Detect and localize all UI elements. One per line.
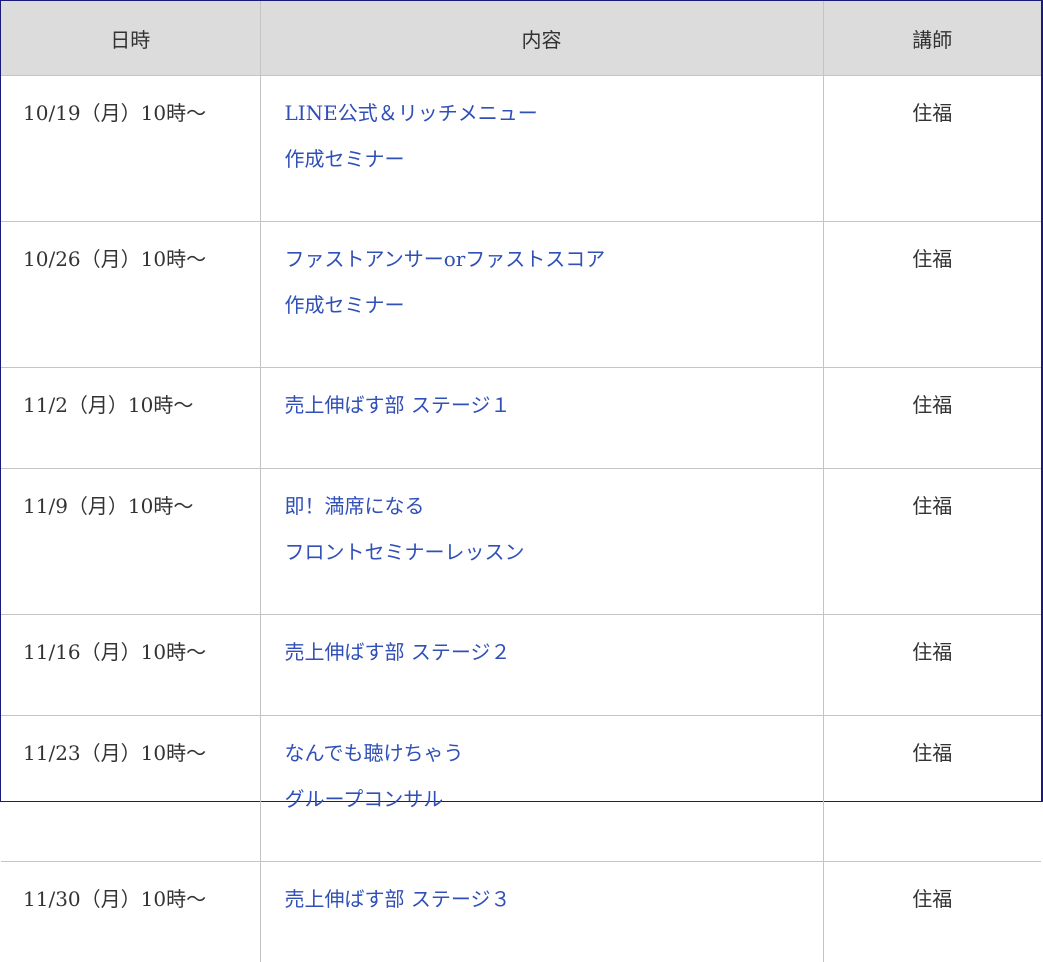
datetime-cell: 11/30（月）10時〜: [1, 862, 260, 962]
content-cell: 即！満席になる フロントセミナーレッスン: [260, 469, 823, 615]
teacher-cell: 住福: [823, 469, 1041, 615]
content-cell: 売上伸ばす部 ステージ３: [260, 862, 823, 962]
datetime-cell: 10/26（月）10時〜: [1, 222, 260, 368]
topic-line: なんでも聴けちゃう: [285, 739, 823, 785]
datetime-text: 11/30（月）10時〜: [23, 885, 260, 931]
teacher-cell: 住福: [823, 716, 1041, 862]
topic-link[interactable]: ファストアンサーorファストスコア 作成セミナー: [285, 245, 823, 337]
topic-line: ファストアンサーorファストスコア: [285, 245, 823, 291]
topic-line: 売上伸ばす部 ステージ３: [285, 885, 823, 931]
teacher-cell: 住福: [823, 615, 1041, 716]
topic-link[interactable]: なんでも聴けちゃう グループコンサル: [285, 739, 823, 831]
content-cell: LINE公式＆リッチメニュー 作成セミナー: [260, 76, 823, 222]
topic-link[interactable]: 売上伸ばす部 ステージ１: [285, 391, 823, 437]
table-header-row: 日時 内容 講師: [1, 1, 1041, 76]
table-row: 11/23（月）10時〜 なんでも聴けちゃう グループコンサル 住福: [1, 716, 1041, 862]
schedule-table: 日時 内容 講師 10/19（月）10時〜 LINE公式＆リッチメニュー 作成セ…: [1, 1, 1041, 962]
teacher-text: 住福: [824, 245, 1042, 291]
datetime-text: 11/9（月）10時〜: [23, 492, 260, 538]
content-cell: ファストアンサーorファストスコア 作成セミナー: [260, 222, 823, 368]
datetime-cell: 11/16（月）10時〜: [1, 615, 260, 716]
table-row: 11/2（月）10時〜 売上伸ばす部 ステージ１ 住福: [1, 368, 1041, 469]
datetime-text: 11/16（月）10時〜: [23, 638, 260, 684]
topic-line: 売上伸ばす部 ステージ２: [285, 638, 823, 684]
table-row: 10/26（月）10時〜 ファストアンサーorファストスコア 作成セミナー 住福: [1, 222, 1041, 368]
datetime-cell: 11/2（月）10時〜: [1, 368, 260, 469]
topic-link[interactable]: 売上伸ばす部 ステージ２: [285, 638, 823, 684]
datetime-cell: 10/19（月）10時〜: [1, 76, 260, 222]
topic-line: 作成セミナー: [285, 291, 823, 337]
teacher-text: 住福: [824, 492, 1042, 538]
datetime-text: 10/26（月）10時〜: [23, 245, 260, 291]
header-datetime: 日時: [1, 1, 260, 76]
topic-line: 売上伸ばす部 ステージ１: [285, 391, 823, 437]
teacher-text: 住福: [824, 885, 1042, 931]
teacher-cell: 住福: [823, 222, 1041, 368]
header-teacher: 講師: [823, 1, 1041, 76]
teacher-cell: 住福: [823, 862, 1041, 962]
teacher-text: 住福: [824, 391, 1042, 437]
datetime-cell: 11/23（月）10時〜: [1, 716, 260, 862]
topic-line: グループコンサル: [285, 785, 823, 831]
table-row: 11/9（月）10時〜 即！満席になる フロントセミナーレッスン 住福: [1, 469, 1041, 615]
content-cell: 売上伸ばす部 ステージ１: [260, 368, 823, 469]
datetime-text: 11/2（月）10時〜: [23, 391, 260, 437]
datetime-text: 10/19（月）10時〜: [23, 99, 260, 145]
table-row: 10/19（月）10時〜 LINE公式＆リッチメニュー 作成セミナー 住福: [1, 76, 1041, 222]
header-content: 内容: [260, 1, 823, 76]
topic-link[interactable]: LINE公式＆リッチメニュー 作成セミナー: [285, 99, 823, 191]
teacher-text: 住福: [824, 739, 1042, 785]
teacher-text: 住福: [824, 99, 1042, 145]
topic-line: 作成セミナー: [285, 145, 823, 191]
topic-line: 即！満席になる: [285, 492, 823, 538]
topic-link[interactable]: 即！満席になる フロントセミナーレッスン: [285, 492, 823, 584]
teacher-text: 住福: [824, 638, 1042, 684]
topic-line: フロントセミナーレッスン: [285, 538, 823, 584]
teacher-cell: 住福: [823, 368, 1041, 469]
datetime-text: 11/23（月）10時〜: [23, 739, 260, 785]
topic-line: LINE公式＆リッチメニュー: [285, 99, 823, 145]
datetime-cell: 11/9（月）10時〜: [1, 469, 260, 615]
table-row: 11/16（月）10時〜 売上伸ばす部 ステージ２ 住福: [1, 615, 1041, 716]
content-cell: なんでも聴けちゃう グループコンサル: [260, 716, 823, 862]
topic-link[interactable]: 売上伸ばす部 ステージ３: [285, 885, 823, 931]
table-row: 11/30（月）10時〜 売上伸ばす部 ステージ３ 住福: [1, 862, 1041, 962]
teacher-cell: 住福: [823, 76, 1041, 222]
content-cell: 売上伸ばす部 ステージ２: [260, 615, 823, 716]
